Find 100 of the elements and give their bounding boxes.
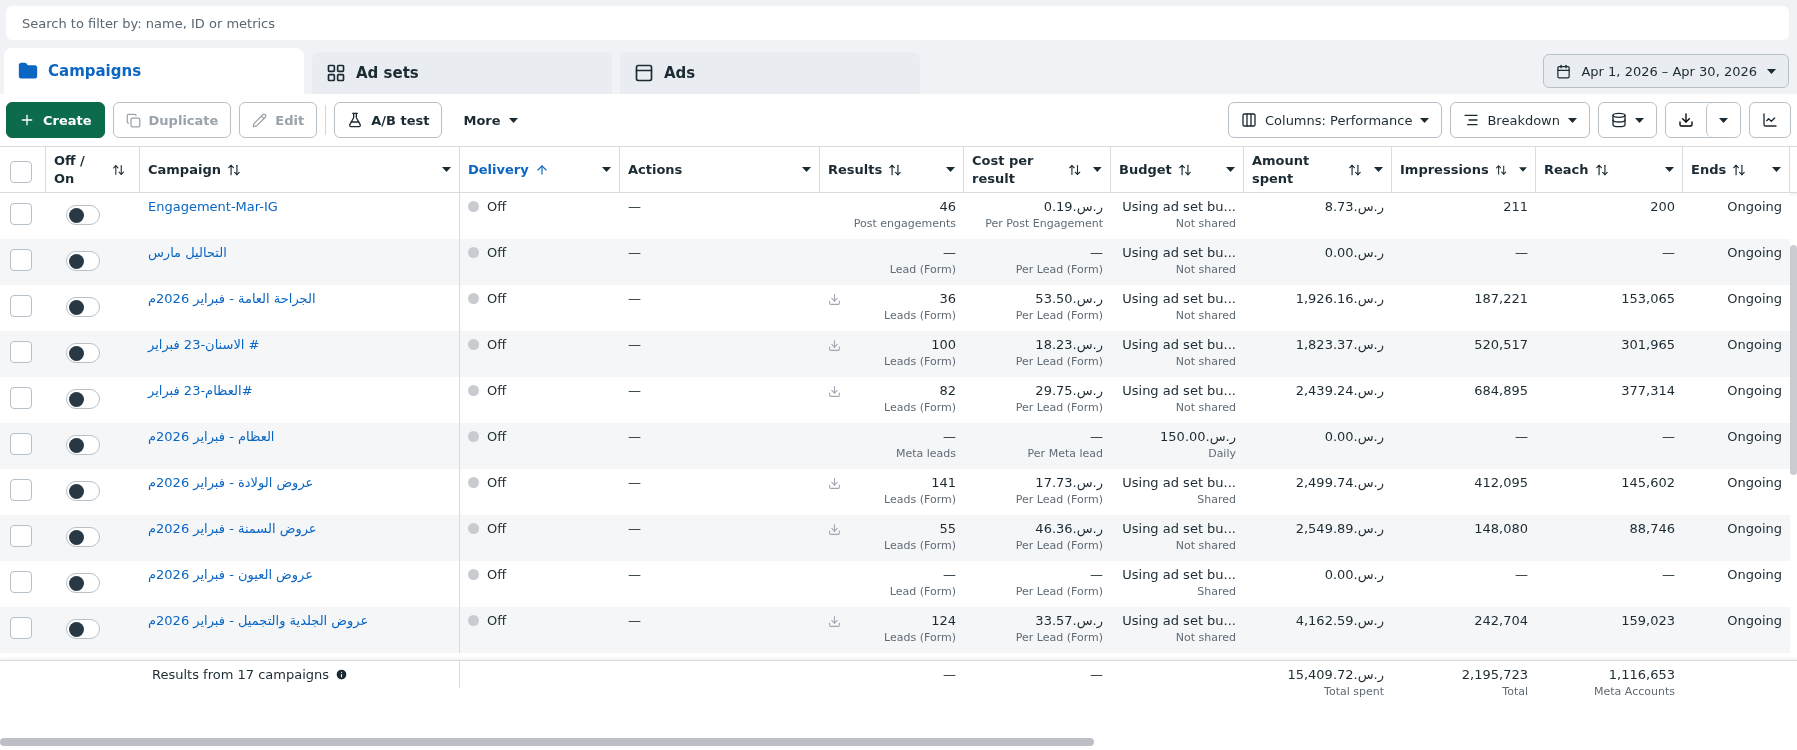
row-checkbox[interactable] [10,249,32,271]
toggle-switch[interactable] [66,435,100,455]
toggle-switch[interactable] [66,573,100,593]
caret-icon [1635,117,1644,123]
column-header[interactable]: Off / On [46,147,140,192]
column-header[interactable]: Ends [1683,147,1790,192]
row-checkbox[interactable] [10,479,32,501]
row-checkbox[interactable] [10,295,32,317]
toggle-switch[interactable] [66,527,100,547]
column-header[interactable]: Amount spent [1244,147,1392,192]
campaign-link[interactable]: التحاليل مارس [148,245,227,260]
budget-value: ر.س.150.00 [1160,429,1236,444]
database-icon [1611,112,1627,128]
dropdown-icon [1665,167,1674,172]
cost-value-label: Per Lead (Form) [1015,355,1103,368]
columns-button[interactable]: Columns: Performance [1228,102,1443,138]
column-header[interactable]: Actions [620,147,820,192]
impressions-value: 187,221 [1474,291,1528,306]
cost-value: ر.س.46.36 [1035,521,1103,536]
row-checkbox[interactable] [10,387,32,409]
tab[interactable]: Ads [620,52,920,94]
budget-value-label: Daily [1208,447,1236,460]
ab-test-button[interactable]: A/B test [334,102,443,138]
toggle-switch[interactable] [66,205,100,225]
column-header[interactable]: Impressions [1392,147,1536,192]
results-label: Leads (Form) [884,631,956,644]
caret-icon [1568,117,1577,123]
row-checkbox[interactable] [10,433,32,455]
impressions-value: 412,095 [1474,475,1528,490]
scrollbar[interactable] [1790,245,1797,475]
campaign-link[interactable]: عروض السمنة - فبراير 2026م [148,521,317,536]
scrollbar[interactable] [0,738,1094,746]
ends-value: Ongoing [1727,245,1782,260]
impressions-value: 520,517 [1474,337,1528,352]
search-field[interactable]: Search to filter by: name, ID or metrics [6,6,1789,40]
toggle-switch[interactable] [66,619,100,639]
results-summary: Results from 17 campaigns [152,667,329,682]
campaign-link[interactable]: عروض الجلدية والتجميل - فبراير 2026م [148,613,369,628]
campaign-link[interactable]: الاسنان-23 فبراير # [148,337,260,352]
chart-button[interactable] [1749,102,1791,138]
results-label: Leads (Form) [884,493,956,506]
campaign-link[interactable]: الجراحة العامة - فبراير 2026م [148,291,316,306]
cost-value: ر.س.53.50 [1035,291,1103,306]
status-dot [468,247,479,258]
actions-value: — [628,521,641,536]
toggle-switch[interactable] [66,251,100,271]
results-label: Lead (Form) [889,585,956,598]
download-icon [1678,112,1694,128]
column-header[interactable]: Reach [1536,147,1683,192]
campaign-link[interactable]: عروض العيون - فبراير 2026م [148,567,314,582]
column-header[interactable]: Cost per result [964,147,1111,192]
budget-value-label: Shared [1197,585,1236,598]
create-button[interactable]: Create [6,102,105,138]
select-all-checkbox[interactable] [10,160,32,183]
results-value: 36 [939,291,956,306]
campaign-link[interactable]: Engagement-Mar-IG [148,199,278,214]
toggle-switch[interactable] [66,297,100,317]
budget-value-label: Not shared [1175,401,1236,414]
impressions-value: 211 [1503,199,1528,214]
database-button[interactable] [1598,102,1657,138]
row-checkbox[interactable] [10,571,32,593]
sort-icon [888,162,903,177]
results-value: 141 [931,475,956,490]
toggle-switch[interactable] [66,481,100,501]
download-icon [828,477,841,490]
amount-spent: ر.س.8.73 [1324,199,1384,214]
results-value: 82 [939,383,956,398]
campaign-link[interactable]: العظام - فبراير 2026م [148,429,275,444]
caret-icon [1719,117,1728,123]
download-icon [828,339,841,352]
calendar-icon [1556,63,1572,79]
column-header[interactable]: Results [820,147,964,192]
sort-icon [1594,162,1609,177]
tab[interactable]: Ad sets [312,52,612,94]
caret-icon [1767,68,1776,74]
row-checkbox[interactable] [10,341,32,363]
delivery-status: Off [487,521,507,536]
row-checkbox[interactable] [10,525,32,547]
budget-value: Using ad set bu... [1122,521,1236,536]
column-header[interactable]: Budget [1111,147,1244,192]
toggle-switch[interactable] [66,389,100,409]
columns-icon [1241,112,1257,128]
budget-value: Using ad set bu... [1122,475,1236,490]
tab[interactable]: Campaigns [4,48,304,94]
cost-total: — [1090,667,1103,682]
export-menu-button[interactable] [1706,103,1740,137]
campaign-link[interactable]: عروض الولادة - فبراير 2026م [148,475,314,490]
column-header[interactable]: Delivery [460,147,620,192]
caret-icon [508,117,518,123]
dropdown-icon [1226,167,1235,172]
cost-value: — [1090,245,1103,260]
row-checkbox[interactable] [10,617,32,639]
campaign-link[interactable]: العظام-23 فبراير# [148,383,253,398]
toggle-switch[interactable] [66,343,100,363]
column-header[interactable]: Campaign [140,147,460,192]
row-checkbox[interactable] [10,203,32,225]
breakdown-button[interactable]: Breakdown [1450,102,1590,138]
date-range-button[interactable]: Apr 1, 2026 – Apr 30, 2026 [1543,54,1789,88]
dropdown-icon [602,167,611,172]
results-label: Leads (Form) [884,355,956,368]
